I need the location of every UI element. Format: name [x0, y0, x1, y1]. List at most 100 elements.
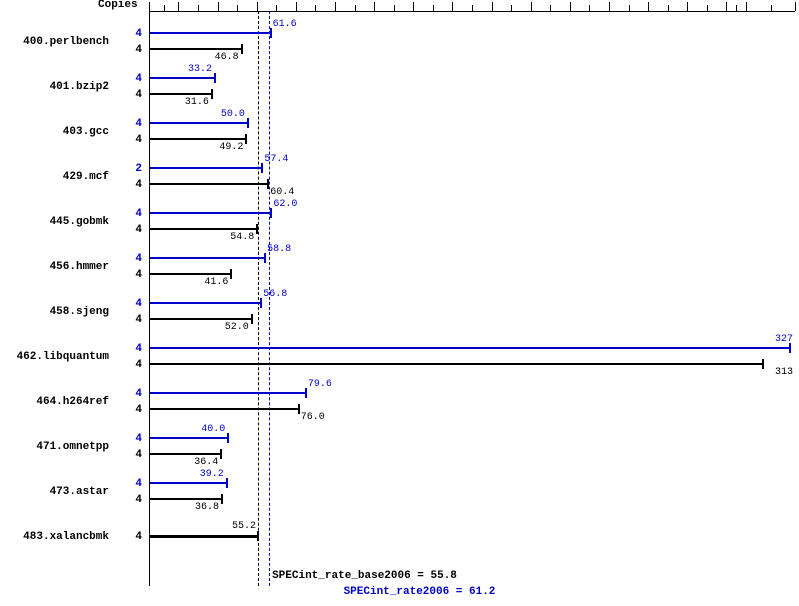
base-copies: 4 [112, 134, 142, 146]
base-bar [150, 408, 299, 410]
axis-tick-label: 155.0 [437, 0, 467, 1]
peak-copies: 4 [112, 433, 142, 445]
base-value: 31.6 [185, 97, 209, 108]
base-bar [150, 228, 257, 230]
summary-peak: SPECint_rate2006 = 61.2 [40, 586, 799, 598]
peak-value: 33.2 [188, 64, 212, 75]
peak-copies: 4 [112, 253, 142, 265]
peak-bar [150, 122, 248, 124]
peak-bar [150, 212, 271, 214]
benchmark-name: 483.xalancbmk [0, 531, 109, 543]
axis-tick-label: 35.0 [205, 0, 229, 1]
benchmark-row: 400.perlbench4 61.6 4 46.8 [0, 22, 795, 62]
peak-bar [150, 167, 262, 169]
peak-bar [150, 77, 215, 79]
benchmark-name: 400.perlbench [0, 36, 109, 48]
axis-tick-label: 275.0 [672, 0, 702, 1]
base-value: 313 [775, 367, 793, 378]
peak-copies: 4 [112, 343, 142, 355]
result-value: 55.2 [232, 521, 256, 532]
peak-copies: 4 [112, 73, 142, 85]
axis-tick-label: 95.0 [323, 0, 347, 1]
peak-value: 58.8 [267, 244, 291, 255]
benchmark-row: 403.gcc4 50.0 4 49.2 [0, 112, 795, 152]
peak-copies: 2 [112, 163, 142, 175]
base-value: 46.8 [215, 52, 239, 63]
benchmark-name: 401.bzip2 [0, 81, 109, 93]
base-bar [150, 93, 212, 95]
base-copies: 4 [112, 449, 142, 461]
peak-value: 57.4 [264, 154, 288, 165]
benchmark-name: 403.gcc [0, 126, 109, 138]
axis-tick-label: 175.0 [477, 0, 507, 1]
base-value: 76.0 [301, 412, 325, 423]
axis-tick-label: 115.0 [359, 0, 389, 1]
copies-value: 4 [112, 531, 142, 543]
benchmark-row: 456.hmmer4 58.8 4 41.6 [0, 247, 795, 287]
base-copies: 4 [112, 314, 142, 326]
base-bar [150, 453, 221, 455]
base-bar [150, 498, 222, 500]
benchmark-name: 429.mcf [0, 171, 109, 183]
peak-copies: 4 [112, 208, 142, 220]
base-value: 41.6 [204, 277, 228, 288]
peak-bar [150, 482, 227, 484]
benchmark-name: 464.h264ref [0, 396, 109, 408]
peak-copies: 4 [112, 118, 142, 130]
base-copies: 4 [112, 404, 142, 416]
axis-tick-label: 235.0 [594, 0, 624, 1]
peak-bar [150, 392, 306, 394]
benchmark-name: 462.libquantum [0, 351, 109, 363]
benchmark-name: 473.astar [0, 486, 109, 498]
axis-tick-label: 135.0 [398, 0, 428, 1]
axis-tick-label: 195.0 [516, 0, 546, 1]
peak-value: 62.0 [273, 199, 297, 210]
benchmark-row: 473.astar439.2436.8 [0, 472, 795, 512]
base-bar [150, 273, 231, 275]
peak-value: 39.2 [200, 469, 224, 480]
benchmark-row: 471.omnetpp440.0436.4 [0, 427, 795, 467]
benchmark-name: 456.hmmer [0, 261, 109, 273]
benchmark-name: 458.sjeng [0, 306, 109, 318]
base-value: 36.4 [194, 457, 218, 468]
base-value: 52.0 [225, 322, 249, 333]
peak-value: 79.6 [308, 379, 332, 390]
benchmark-row: 458.sjeng456.8452.0 [0, 292, 795, 332]
base-copies: 4 [112, 44, 142, 56]
axis-tick-label: 0 [146, 0, 152, 1]
peak-value: 327 [775, 334, 793, 345]
base-copies: 4 [112, 224, 142, 236]
axis-tick-label: 55.0 [245, 0, 269, 1]
copies-header: Copies [98, 0, 138, 11]
axis-tick-label: 305.0 [731, 0, 761, 1]
base-copies: 4 [112, 179, 142, 191]
axis-tick-label: 255.0 [633, 0, 663, 1]
benchmark-name: 445.gobmk [0, 216, 109, 228]
peak-bar [150, 347, 790, 349]
base-value: 49.2 [219, 142, 243, 153]
axis-tick-label: 15.0 [166, 0, 190, 1]
base-copies: 4 [112, 269, 142, 281]
peak-bar [150, 32, 271, 34]
benchmark-row: 429.mcf257.4460.4 [0, 157, 795, 197]
base-value: 36.8 [195, 502, 219, 513]
benchmark-row: 462.libquantum4 327 4 313 [0, 337, 795, 377]
peak-copies: 4 [112, 28, 142, 40]
base-value: 54.8 [230, 232, 254, 243]
base-bar [150, 363, 763, 365]
peak-value: 40.0 [201, 424, 225, 435]
peak-value: 56.8 [263, 289, 287, 300]
result-bar [150, 535, 258, 538]
benchmark-row: 464.h264ref479.6476.0 [0, 382, 795, 422]
base-bar [150, 183, 268, 185]
peak-bar [150, 437, 228, 439]
benchmark-row: 401.bzip2433.2431.6 [0, 67, 795, 107]
peak-value: 61.6 [273, 19, 297, 30]
axis-tick-label: 215.0 [555, 0, 585, 1]
peak-copies: 4 [112, 478, 142, 490]
x-axis [149, 11, 795, 12]
base-copies: 4 [112, 359, 142, 371]
axis-tick-label: 330 [786, 0, 799, 1]
axis-tick-label: 75.0 [284, 0, 308, 1]
peak-value: 50.0 [221, 109, 245, 120]
